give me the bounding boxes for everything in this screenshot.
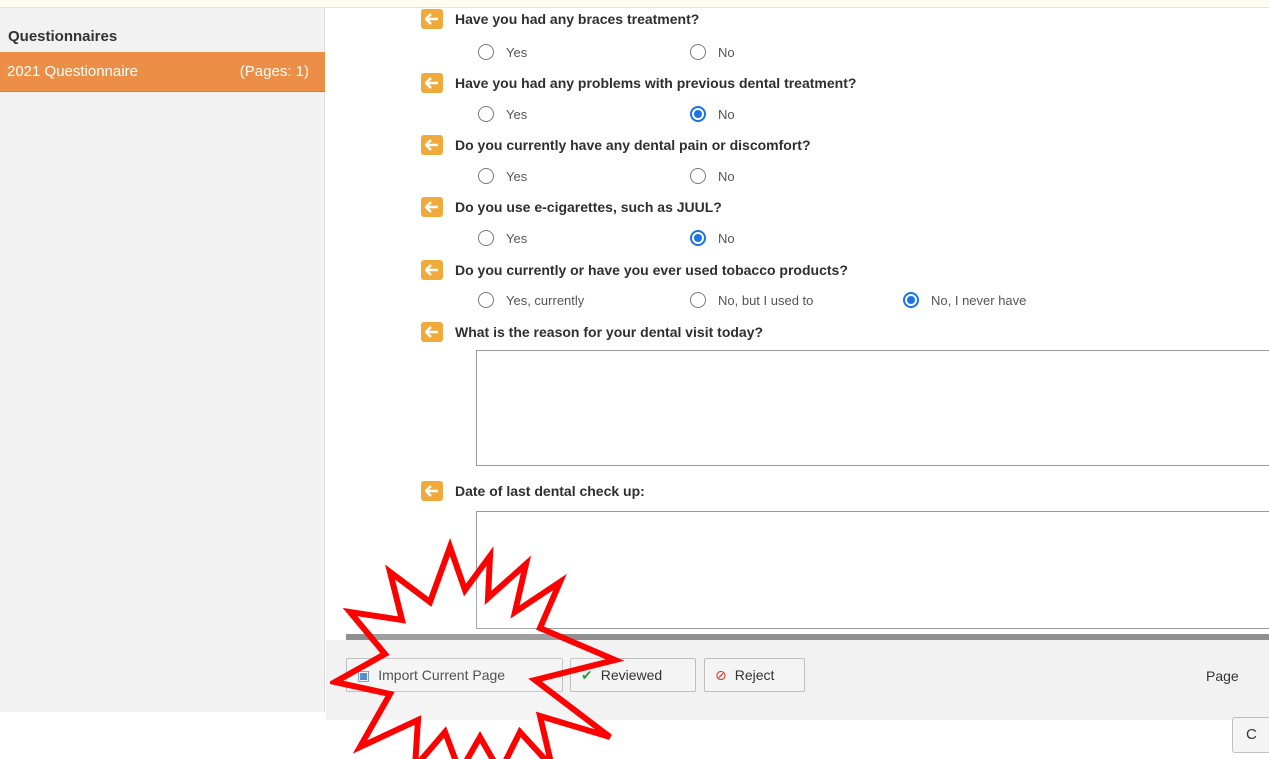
- reject-button-label: Reject: [734, 667, 775, 683]
- radio-button[interactable]: [690, 292, 706, 308]
- question-dental-pain: Do you currently have any dental pain or…: [421, 132, 811, 158]
- left-arrow-icon[interactable]: [421, 135, 443, 155]
- option-label: No: [718, 44, 735, 60]
- import-icon: ▣: [357, 666, 371, 683]
- reject-button[interactable]: ⊘ Reject: [704, 658, 805, 692]
- last-checkup-textarea[interactable]: [476, 511, 1269, 629]
- radio-option[interactable]: No, I never have: [903, 292, 1026, 308]
- radio-button[interactable]: [478, 230, 494, 246]
- radio-button[interactable]: [478, 292, 494, 308]
- radio-button-selected[interactable]: [903, 292, 919, 308]
- radio-option[interactable]: Yes: [478, 168, 527, 184]
- sidebar-item-label: 2021 Questionnaire: [7, 63, 138, 80]
- questionnaire-form: Have you had any braces treatment? Yes N…: [326, 8, 1269, 759]
- radio-button-selected[interactable]: [690, 230, 706, 246]
- question-e-cigarettes: Do you use e-cigarettes, such as JUUL?: [421, 194, 722, 220]
- option-label: No, but I used to: [718, 292, 814, 308]
- question-previous-treatment: Have you had any problems with previous …: [421, 70, 856, 96]
- radio-option[interactable]: No: [690, 230, 735, 246]
- radio-option[interactable]: Yes, currently: [478, 292, 584, 308]
- radio-option[interactable]: Yes: [478, 44, 527, 60]
- left-arrow-icon[interactable]: [421, 197, 443, 217]
- sidebar-item-2021-questionnaire[interactable]: 2021 Questionnaire (Pages: 1): [0, 52, 325, 92]
- no-entry-icon: ⊘: [715, 666, 727, 683]
- radio-option[interactable]: No: [690, 106, 735, 122]
- question-visit-reason: What is the reason for your dental visit…: [421, 319, 763, 345]
- radio-option[interactable]: No: [690, 44, 735, 60]
- action-toolbar: ▣ Import Current Page ✔ Reviewed ⊘ Rejec…: [326, 640, 1269, 720]
- option-label: Yes: [506, 230, 528, 246]
- question-text: Do you currently have any dental pain or…: [455, 137, 811, 153]
- question-text: Do you use e-cigarettes, such as JUUL?: [455, 199, 722, 215]
- import-button-label: Import Current Page: [378, 667, 506, 683]
- question-text: Do you currently or have you ever used t…: [455, 262, 848, 278]
- option-label: No: [718, 106, 735, 122]
- reviewed-button-label: Reviewed: [600, 667, 663, 683]
- question-tobacco: Do you currently or have you ever used t…: [421, 257, 848, 283]
- option-label: No: [718, 168, 735, 184]
- option-label: Yes: [506, 44, 528, 60]
- sidebar: Questionnaires 2021 Questionnaire (Pages…: [0, 8, 325, 712]
- question-text: Date of last dental check up:: [455, 483, 645, 499]
- radio-option[interactable]: No: [690, 168, 735, 184]
- option-label: No: [718, 230, 735, 246]
- option-label: No, I never have: [931, 292, 1027, 308]
- question-braces: Have you had any braces treatment?: [421, 6, 699, 32]
- radio-option[interactable]: Yes: [478, 230, 527, 246]
- radio-button[interactable]: [690, 168, 706, 184]
- close-button[interactable]: C: [1232, 717, 1269, 753]
- visit-reason-textarea[interactable]: [476, 350, 1269, 466]
- question-text: Have you had any braces treatment?: [455, 11, 700, 27]
- checkmark-icon: ✔: [581, 666, 593, 683]
- option-label: Yes: [506, 168, 528, 184]
- reviewed-button[interactable]: ✔ Reviewed: [570, 658, 696, 692]
- option-label: Yes, currently: [506, 292, 585, 308]
- radio-option[interactable]: Yes: [478, 106, 527, 122]
- left-arrow-icon[interactable]: [421, 73, 443, 93]
- radio-button[interactable]: [478, 168, 494, 184]
- left-arrow-icon[interactable]: [421, 322, 443, 342]
- option-label: Yes: [506, 106, 528, 122]
- radio-button[interactable]: [478, 106, 494, 122]
- radio-button[interactable]: [478, 44, 494, 60]
- radio-button[interactable]: [690, 44, 706, 60]
- left-arrow-icon[interactable]: [421, 260, 443, 280]
- sidebar-item-pages: (Pages: 1): [239, 63, 309, 80]
- question-text: What is the reason for your dental visit…: [455, 324, 764, 340]
- import-current-page-button[interactable]: ▣ Import Current Page: [346, 658, 563, 692]
- left-arrow-icon[interactable]: [421, 9, 443, 29]
- radio-button-selected[interactable]: [690, 106, 706, 122]
- page-indicator-label: Page: [1206, 668, 1239, 684]
- left-arrow-icon[interactable]: [421, 481, 443, 501]
- question-last-checkup: Date of last dental check up:: [421, 478, 645, 504]
- question-text: Have you had any problems with previous …: [455, 75, 857, 91]
- radio-option[interactable]: No, but I used to: [690, 292, 813, 308]
- sidebar-title: Questionnaires: [8, 28, 118, 45]
